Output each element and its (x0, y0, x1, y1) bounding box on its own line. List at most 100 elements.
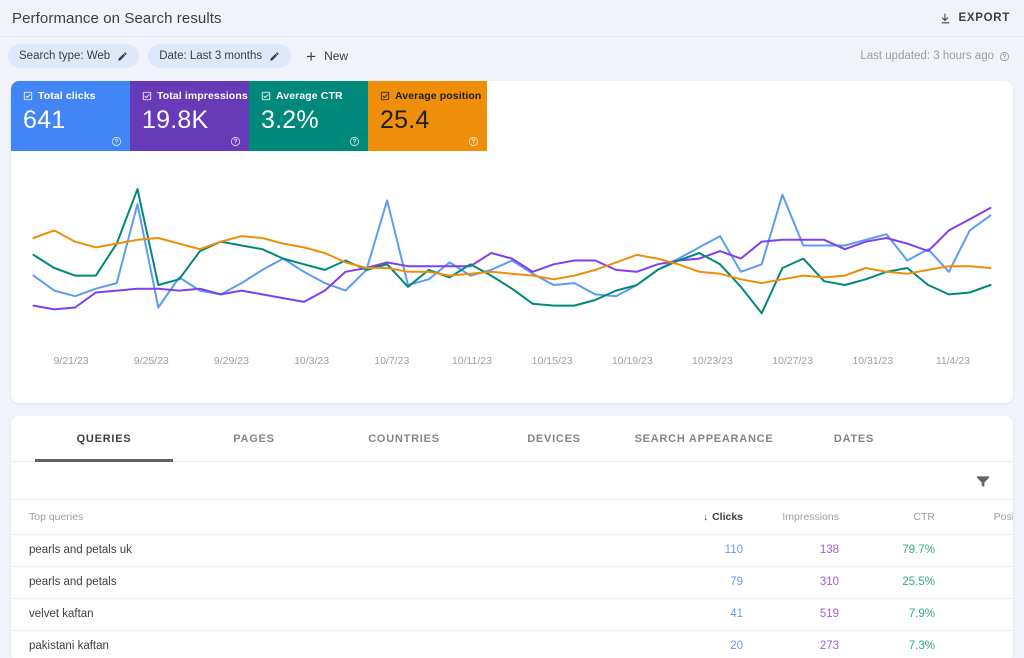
chart-x-tick-3: 10/3/23 (272, 355, 352, 367)
chip-search-type-label: Search type: Web (19, 50, 110, 62)
tab-devices[interactable]: DEVICES (479, 416, 629, 461)
last-updated: Last updated: 3 hours ago (860, 50, 1010, 62)
position-cell: 5.7 (939, 630, 1013, 658)
ctr-cell: 7.9% (843, 598, 939, 630)
performance-panel: Total clicks 641 Total impressions 19.8K (11, 81, 1013, 403)
clicks-cell: 20 (651, 630, 747, 658)
metric-card-average-position-label: Average position (395, 90, 481, 102)
metric-card-average-ctr[interactable]: Average CTR 3.2% (249, 81, 368, 151)
metric-card-total-clicks-value: 641 (23, 107, 120, 133)
help-circle-icon[interactable] (230, 134, 241, 145)
pencil-icon (117, 51, 128, 62)
checkbox-icon[interactable] (142, 91, 152, 101)
metric-card-average-position-value: 25.4 (380, 107, 477, 133)
tab-queries[interactable]: QUERIES (29, 416, 179, 461)
filter-bar: Search type: Web Date: Last 3 months + N… (0, 37, 1024, 75)
chart-x-tick-7: 10/19/23 (592, 355, 672, 367)
chart-x-tick-10: 10/31/23 (833, 355, 913, 367)
chip-search-type[interactable]: Search type: Web (8, 44, 139, 68)
help-circle-icon[interactable] (999, 51, 1010, 62)
chart-x-tick-8: 10/23/23 (672, 355, 752, 367)
chip-date-range-label: Date: Last 3 months (159, 50, 262, 62)
column-header-clicks-label: Clicks (712, 511, 743, 523)
position-cell: 9.2 (939, 598, 1013, 630)
help-circle-icon[interactable] (111, 134, 122, 145)
position-cell: 1 (939, 534, 1013, 566)
chart-x-tick-4: 10/7/23 (352, 355, 432, 367)
help-circle-icon[interactable] (468, 134, 479, 145)
sort-descending-icon: ↓ (703, 512, 708, 523)
column-header-impressions[interactable]: Impressions (747, 500, 843, 534)
metric-card-average-ctr-header: Average CTR (261, 90, 358, 102)
download-icon (939, 12, 952, 25)
position-cell: 3.8 (939, 566, 1013, 598)
page-header: Performance on Search results EXPORT (0, 0, 1024, 36)
column-header-position[interactable]: Position (939, 500, 1013, 534)
impressions-cell: 519 (747, 598, 843, 630)
dimension-tabs: QUERIESPAGESCOUNTRIESDEVICESSEARCH APPEA… (11, 416, 1013, 462)
metric-card-total-impressions-header: Total impressions (142, 90, 239, 102)
performance-chart-svg (11, 151, 1013, 361)
table-row[interactable]: pearls and petals uk11013879.7%1 (11, 534, 1013, 566)
metric-card-average-ctr-label: Average CTR (276, 90, 343, 102)
tab-countries[interactable]: COUNTRIES (329, 416, 479, 461)
tab-search-appearance[interactable]: SEARCH APPEARANCE (629, 416, 779, 461)
table-row[interactable]: pakistani kaftan202737.3%5.7 (11, 630, 1013, 658)
export-button[interactable]: EXPORT (939, 12, 1011, 25)
chart-x-tick-6: 10/15/23 (512, 355, 592, 367)
tab-pages[interactable]: PAGES (179, 416, 329, 461)
query-cell: pearls and petals uk (11, 534, 651, 566)
plus-icon: + (306, 48, 316, 65)
query-cell: velvet kaftan (11, 598, 651, 630)
metric-card-total-clicks[interactable]: Total clicks 641 (11, 81, 130, 151)
metric-card-total-clicks-label: Total clicks (38, 90, 96, 102)
ctr-cell: 79.7% (843, 534, 939, 566)
checkbox-icon[interactable] (23, 91, 33, 101)
performance-chart[interactable]: 9/21/239/25/239/29/2310/3/2310/7/2310/11… (11, 151, 1013, 403)
pencil-icon (269, 51, 280, 62)
clicks-cell: 79 (651, 566, 747, 598)
add-filter-label: New (324, 49, 348, 63)
impressions-cell: 310 (747, 566, 843, 598)
chart-x-tick-2: 9/29/23 (191, 355, 271, 367)
metric-card-average-position-header: Average position (380, 90, 477, 102)
chart-x-tick-11: 11/4/23 (913, 355, 993, 367)
chart-x-axis-labels: 9/21/239/25/239/29/2310/3/2310/7/2310/11… (11, 355, 1013, 367)
column-header-clicks[interactable]: ↓ Clicks (651, 500, 747, 534)
clicks-cell: 41 (651, 598, 747, 630)
export-label: EXPORT (959, 12, 1011, 24)
metric-cards: Total clicks 641 Total impressions 19.8K (11, 81, 1013, 151)
last-updated-label: Last updated: 3 hours ago (860, 50, 994, 62)
column-header-ctr[interactable]: CTR (843, 500, 939, 534)
column-header-top-queries[interactable]: Top queries (11, 500, 651, 534)
checkbox-icon[interactable] (261, 91, 271, 101)
filter-chips: Search type: Web Date: Last 3 months + N… (8, 44, 348, 68)
filter-funnel-icon[interactable] (975, 473, 991, 489)
metric-card-average-ctr-value: 3.2% (261, 107, 358, 133)
table-row[interactable]: pearls and petals7931025.5%3.8 (11, 566, 1013, 598)
chart-series-average-position (33, 230, 990, 283)
clicks-cell: 110 (651, 534, 747, 566)
metric-card-total-impressions[interactable]: Total impressions 19.8K (130, 81, 249, 151)
chart-x-tick-9: 10/27/23 (753, 355, 833, 367)
table-row[interactable]: velvet kaftan415197.9%9.2 (11, 598, 1013, 630)
dimension-table-panel: QUERIESPAGESCOUNTRIESDEVICESSEARCH APPEA… (11, 416, 1013, 658)
page-title: Performance on Search results (12, 10, 222, 27)
table-toolbar (11, 462, 1013, 500)
chip-date-range[interactable]: Date: Last 3 months (148, 44, 291, 68)
tab-dates[interactable]: DATES (779, 416, 929, 461)
impressions-cell: 138 (747, 534, 843, 566)
chart-series-average-ctr (33, 189, 990, 313)
metric-card-average-position[interactable]: Average position 25.4 (368, 81, 487, 151)
chart-x-tick-5: 10/11/23 (432, 355, 512, 367)
query-cell: pearls and petals (11, 566, 651, 598)
add-filter-button[interactable]: + New (300, 48, 348, 65)
impressions-cell: 273 (747, 630, 843, 658)
checkbox-icon[interactable] (380, 91, 390, 101)
help-circle-icon[interactable] (349, 134, 360, 145)
metric-card-total-impressions-label: Total impressions (157, 90, 248, 102)
ctr-cell: 7.3% (843, 630, 939, 658)
chart-series-total-impressions (33, 208, 990, 310)
chart-x-tick-1: 9/25/23 (111, 355, 191, 367)
ctr-cell: 25.5% (843, 566, 939, 598)
